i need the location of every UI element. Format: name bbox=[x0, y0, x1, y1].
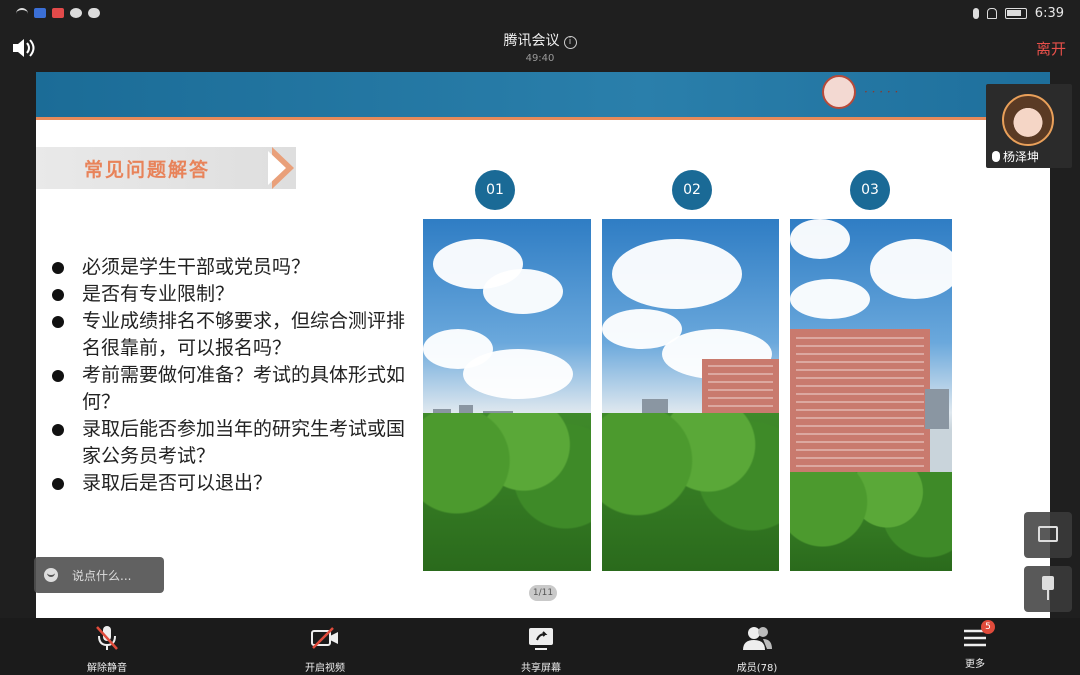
info-icon[interactable]: i bbox=[563, 36, 577, 49]
bullet-icon bbox=[52, 370, 64, 382]
list-item: 录取后能否参加当年的研究生考试或国家公务员考试？ bbox=[52, 416, 412, 470]
number-badge-01: 01 bbox=[475, 170, 515, 210]
participant-tile[interactable]: 杨泽坤 bbox=[986, 84, 1072, 168]
chat-placeholder: 说点什么... bbox=[72, 568, 132, 583]
notification-icon bbox=[34, 8, 46, 18]
bell-muted-icon bbox=[986, 7, 997, 19]
meeting-title-block: 腾讯会议 i 49:40 bbox=[0, 30, 1080, 64]
status-icons-right: 6:39 bbox=[972, 5, 1064, 21]
members-icon bbox=[743, 627, 772, 650]
mic-status-icon bbox=[972, 7, 979, 19]
menu-icon: 5 bbox=[959, 620, 995, 652]
faq-title: 常见问题解答 bbox=[84, 158, 211, 181]
bullet-icon bbox=[52, 316, 64, 328]
start-video-button[interactable]: 开启视频 bbox=[280, 624, 370, 674]
list-item: 录取后是否可以退出？ bbox=[52, 470, 412, 497]
switch-layout-button[interactable] bbox=[1024, 512, 1072, 558]
more-badge: 5 bbox=[981, 620, 995, 634]
campus-photo-1 bbox=[423, 219, 591, 571]
list-item: 专业成绩排名不够要求，但综合测评排名很靠前，可以报名吗？ bbox=[52, 308, 412, 362]
meeting-toolbar: 解除静音 开启视频 共享屏幕 成员(78) 5 更多 bbox=[0, 618, 1080, 675]
question-list: 必须是学生干部或党员吗？ 是否有专业限制？ 专业成绩排名不够要求，但综合测评排名… bbox=[52, 254, 412, 497]
question-text: 录取后是否可以退出？ bbox=[82, 472, 273, 494]
question-text: 必须是学生干部或党员吗？ bbox=[82, 256, 311, 278]
participant-name-row: 杨泽坤 bbox=[992, 148, 1039, 165]
battery-icon bbox=[1004, 7, 1027, 19]
cloud-icon bbox=[88, 8, 100, 18]
wifi-icon bbox=[16, 8, 28, 18]
status-icons-left bbox=[16, 8, 100, 18]
faq-banner: 常见问题解答 bbox=[36, 147, 296, 189]
bullet-icon bbox=[52, 289, 64, 301]
share-screen-button[interactable]: 共享屏幕 bbox=[496, 624, 586, 674]
mic-icon bbox=[992, 151, 1000, 162]
more-button[interactable]: 5 更多 bbox=[930, 620, 1020, 670]
more-label: 更多 bbox=[965, 659, 985, 670]
number-badge-02: 02 bbox=[672, 170, 712, 210]
emoji-icon[interactable] bbox=[44, 568, 58, 582]
bullet-icon bbox=[52, 262, 64, 274]
layout-icon bbox=[1038, 526, 1058, 542]
share-screen-icon bbox=[529, 628, 553, 650]
app-icon bbox=[52, 8, 64, 18]
meeting-top-bar: 腾讯会议 i 49:40 离开 bbox=[0, 26, 1080, 72]
pin-button[interactable] bbox=[1024, 566, 1072, 612]
participant-name: 杨泽坤 bbox=[1003, 150, 1040, 164]
bullet-icon bbox=[52, 424, 64, 436]
university-seal-icon bbox=[822, 75, 856, 109]
start-video-label: 开启视频 bbox=[305, 663, 345, 674]
avatar bbox=[1002, 94, 1054, 146]
status-bar: 6:39 bbox=[0, 0, 1080, 26]
pin-icon bbox=[1042, 576, 1054, 600]
meeting-title[interactable]: 腾讯会议 bbox=[504, 33, 560, 49]
question-text: 录取后能否参加当年的研究生考试或国家公务员考试？ bbox=[82, 418, 406, 467]
bullet-icon bbox=[52, 478, 64, 490]
list-item: 考前需要做何准备？考试的具体形式如何？ bbox=[52, 362, 412, 416]
members-label: 成员(78) bbox=[736, 663, 778, 674]
slide-page-indicator: 1/11 bbox=[529, 585, 557, 601]
list-item: 必须是学生干部或党员吗？ bbox=[52, 254, 412, 281]
university-logo: · · · · · bbox=[822, 74, 942, 110]
number-badge-03: 03 bbox=[850, 170, 890, 210]
shared-slide: · · · · · 常见问题解答 必须是学生干部或党员吗？ 是否有专业限制？ 专… bbox=[36, 72, 1050, 618]
share-screen-label: 共享屏幕 bbox=[521, 663, 561, 674]
wechat-icon bbox=[70, 8, 82, 18]
video-off-icon bbox=[311, 627, 338, 649]
question-text: 考前需要做何准备？考试的具体形式如何？ bbox=[82, 364, 406, 413]
unmute-button[interactable]: 解除静音 bbox=[62, 624, 152, 674]
campus-photo-2 bbox=[602, 219, 779, 571]
question-text: 是否有专业限制？ bbox=[82, 283, 235, 305]
list-item: 是否有专业限制？ bbox=[52, 281, 412, 308]
meeting-timer: 49:40 bbox=[525, 53, 555, 64]
question-text: 专业成绩排名不够要求，但综合测评排名很靠前，可以报名吗？ bbox=[82, 310, 406, 359]
unmute-label: 解除静音 bbox=[87, 663, 127, 674]
campus-photo-3 bbox=[790, 219, 952, 571]
status-time: 6:39 bbox=[1034, 5, 1064, 21]
leave-button[interactable]: 离开 bbox=[1036, 38, 1066, 59]
university-logo-lettering: · · · · · bbox=[864, 85, 899, 99]
members-button[interactable]: 成员(78) bbox=[712, 624, 802, 674]
chat-input[interactable]: 说点什么... bbox=[34, 557, 164, 593]
mic-muted-icon bbox=[96, 626, 118, 650]
